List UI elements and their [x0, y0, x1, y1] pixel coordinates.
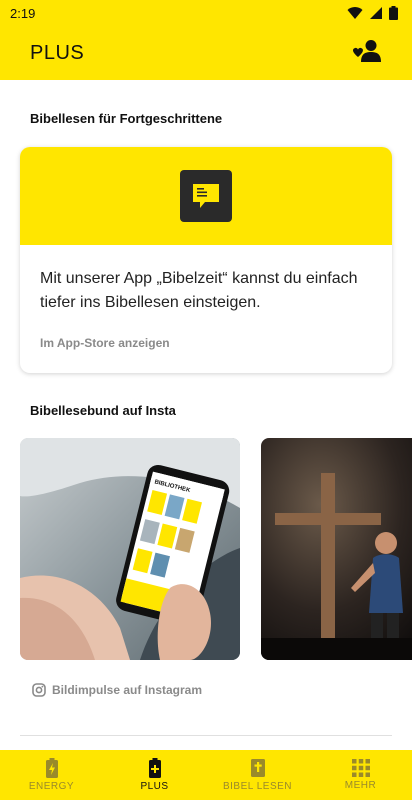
- signal-icon: [370, 7, 382, 19]
- battery-icon: [389, 6, 398, 20]
- status-time: 2:19: [10, 5, 36, 21]
- grid-icon: [351, 759, 370, 777]
- battery-bolt-icon: [45, 758, 58, 778]
- insta-carousel[interactable]: BIBLIOTHEK: [0, 438, 412, 660]
- nav-item-mehr[interactable]: MEHR: [309, 750, 412, 800]
- nav-item-energy[interactable]: ENERGY: [0, 750, 103, 800]
- page-title: PLUS: [30, 41, 85, 64]
- nav-label-plus: PLUS: [140, 781, 169, 792]
- status-icons: [347, 6, 398, 20]
- bottom-nav: ENERGY PLUS BIBEL LESEN MEHR: [0, 750, 412, 800]
- nav-label-bibel-lesen: BIBEL LESEN: [222, 781, 293, 792]
- instagram-link[interactable]: Bildimpulse auf Instagram: [32, 683, 202, 697]
- nav-item-plus[interactable]: PLUS: [103, 750, 206, 800]
- bibelzeit-card[interactable]: Mit unserer App „Bibelzeit“ kannst du ei…: [20, 147, 392, 373]
- nav-label-energy: ENERGY: [28, 781, 75, 792]
- card-hero: [20, 147, 392, 245]
- main-content[interactable]: Bibellesen für Fortgeschrittene Mit unse…: [0, 80, 412, 750]
- bible-icon: [250, 759, 265, 777]
- status-bar: 2:19: [0, 0, 412, 26]
- bibelzeit-app-icon: [180, 170, 232, 222]
- insta-post-phone-image[interactable]: BIBLIOTHEK: [20, 438, 240, 660]
- insta-post-cross-image[interactable]: [261, 438, 412, 660]
- instagram-link-label: Bildimpulse auf Instagram: [52, 683, 203, 697]
- card-description: Mit unserer App „Bibelzeit“ kannst du ei…: [40, 270, 358, 311]
- divider: [20, 735, 392, 736]
- favorite-person-icon[interactable]: [352, 39, 382, 68]
- wifi-icon: [347, 7, 363, 20]
- nav-label-mehr: MEHR: [344, 780, 377, 791]
- app-bar: PLUS: [0, 26, 412, 80]
- instagram-icon: [32, 683, 46, 697]
- section-title-advanced: Bibellesen für Fortgeschrittene: [30, 111, 223, 126]
- section-title-insta: Bibellesebund auf Insta: [30, 403, 176, 418]
- nav-item-bibel-lesen[interactable]: BIBEL LESEN: [206, 750, 309, 800]
- battery-plus-icon: [148, 758, 161, 778]
- app-store-link[interactable]: Im App-Store anzeigen: [40, 336, 170, 350]
